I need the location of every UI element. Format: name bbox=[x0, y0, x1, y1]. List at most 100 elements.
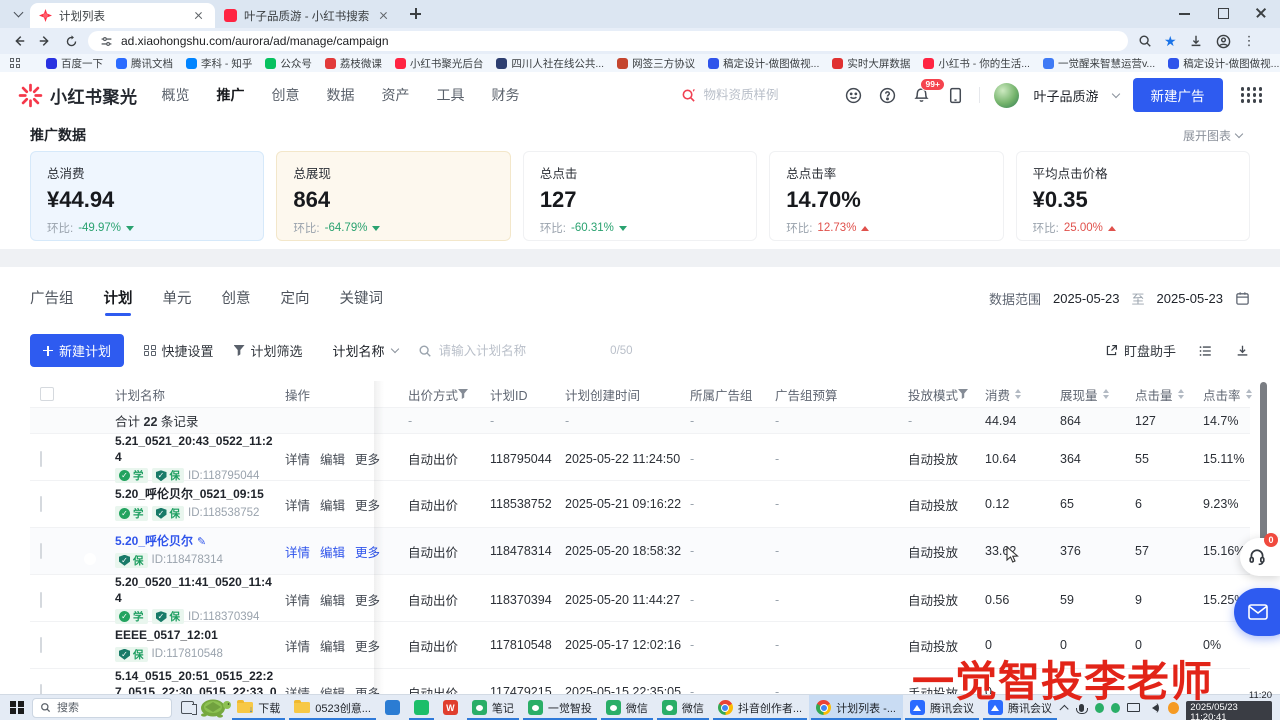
action-more[interactable]: 更多 bbox=[355, 590, 380, 609]
action-edit[interactable]: 编辑 bbox=[320, 542, 345, 561]
bookmark-item[interactable]: 稿定设计-做图做视... bbox=[708, 56, 819, 71]
zoom-icon[interactable] bbox=[1136, 32, 1154, 50]
nav-item[interactable]: 资产 bbox=[382, 85, 410, 105]
plan-name[interactable]: 5.14_0515_20:51_0515_22:27_0515_22:30_05… bbox=[115, 669, 277, 694]
row-checkbox[interactable] bbox=[40, 543, 42, 559]
entity-tab[interactable]: 单元 bbox=[163, 287, 192, 316]
header-search-input[interactable] bbox=[703, 88, 823, 102]
calendar-icon[interactable] bbox=[1235, 291, 1250, 306]
sort-icon[interactable] bbox=[1246, 389, 1252, 399]
bookmark-item[interactable]: 小红书聚光后台 bbox=[395, 56, 484, 71]
plan-search-input[interactable] bbox=[439, 344, 604, 358]
action-more[interactable]: 更多 bbox=[355, 542, 380, 561]
action-more[interactable]: 更多 bbox=[355, 636, 380, 655]
sort-icon[interactable] bbox=[1103, 389, 1109, 399]
tab-search-button[interactable] bbox=[6, 3, 30, 25]
nav-item[interactable]: 创意 bbox=[272, 85, 300, 105]
close-button[interactable] bbox=[1242, 0, 1280, 26]
select-all-checkbox[interactable] bbox=[40, 387, 54, 401]
action-detail[interactable]: 详情 bbox=[285, 542, 310, 561]
profile-icon[interactable] bbox=[1215, 32, 1233, 50]
vertical-scrollbar[interactable] bbox=[1260, 382, 1267, 552]
mobile-device-icon[interactable] bbox=[945, 85, 965, 105]
notification-bell-icon[interactable]: 99+ bbox=[911, 85, 931, 105]
action-detail[interactable]: 详情 bbox=[285, 449, 310, 468]
url-field[interactable]: ad.xiaohongshu.com/aurora/ad/manage/camp… bbox=[88, 31, 1128, 51]
taskbar-item[interactable]: 计划列表 -... bbox=[809, 695, 903, 720]
emoji-icon[interactable] bbox=[843, 85, 863, 105]
entity-tab[interactable]: 关键词 bbox=[340, 287, 384, 316]
action-more[interactable]: 更多 bbox=[355, 495, 380, 514]
action-detail[interactable]: 详情 bbox=[285, 495, 310, 514]
row-checkbox[interactable] bbox=[40, 451, 42, 467]
filter-icon[interactable] bbox=[458, 389, 468, 399]
action-more[interactable]: 更多 bbox=[355, 683, 380, 694]
refresh-icon[interactable] bbox=[62, 32, 80, 50]
browser-tab[interactable]: 叶子品质游 - 小红书搜索 bbox=[215, 3, 400, 28]
expand-chart-link[interactable]: 展开图表 bbox=[1183, 127, 1242, 144]
nav-item[interactable]: 推广 bbox=[217, 85, 245, 105]
bookmark-item[interactable]: 荔枝微课 bbox=[325, 56, 382, 71]
bookmark-item[interactable]: 四川人社在线公共... bbox=[496, 56, 604, 71]
plan-name[interactable]: 5.20_呼伦贝尔✎ bbox=[115, 534, 277, 550]
taskbar-item[interactable] bbox=[407, 695, 436, 720]
plan-name[interactable]: EEEE_0517_12:01 bbox=[115, 628, 277, 644]
action-edit[interactable]: 编辑 bbox=[320, 683, 345, 694]
row-checkbox[interactable] bbox=[40, 496, 42, 512]
avatar[interactable] bbox=[994, 83, 1019, 108]
taskbar-item[interactable]: 笔记 bbox=[465, 695, 521, 720]
app-logo[interactable]: 小红书聚光 bbox=[18, 83, 138, 108]
nav-item[interactable]: 概览 bbox=[162, 85, 190, 105]
apps-icon[interactable] bbox=[10, 58, 20, 68]
new-plan-button[interactable]: 新建计划 bbox=[30, 334, 124, 367]
bookmark-item[interactable]: 网签三方协议 bbox=[617, 56, 695, 71]
taskbar-item[interactable]: 0523创意... bbox=[287, 695, 378, 720]
plan-filter-button[interactable]: 计划筛选 bbox=[234, 341, 303, 360]
nav-item[interactable]: 财务 bbox=[492, 85, 520, 105]
plan-name[interactable]: 5.21_0521_20:43_0522_11:24 bbox=[115, 434, 277, 465]
chevron-down-icon[interactable] bbox=[1111, 89, 1119, 97]
taskbar-item[interactable]: 微信 bbox=[599, 695, 655, 720]
plan-search[interactable]: 0/50 bbox=[418, 344, 633, 358]
account-name[interactable]: 叶子品质游 bbox=[1033, 86, 1098, 105]
app-grid-icon[interactable] bbox=[1241, 87, 1263, 103]
bookmark-item[interactable]: 百度一下 bbox=[46, 56, 103, 71]
action-more[interactable]: 更多 bbox=[355, 449, 380, 468]
entity-tab[interactable]: 定向 bbox=[281, 287, 310, 316]
action-edit[interactable]: 编辑 bbox=[320, 590, 345, 609]
column-settings-icon[interactable] bbox=[1198, 344, 1213, 358]
table-header-cell[interactable]: 点击率 bbox=[1203, 385, 1255, 404]
bookmark-item[interactable]: 李科 - 知乎 bbox=[186, 56, 252, 71]
action-detail[interactable]: 详情 bbox=[285, 590, 310, 609]
date-from[interactable]: 2025-05-23 bbox=[1053, 291, 1120, 306]
quick-setup-button[interactable]: 快捷设置 bbox=[144, 341, 214, 360]
nav-item[interactable]: 工具 bbox=[437, 85, 465, 105]
new-tab-button[interactable] bbox=[404, 2, 428, 26]
plan-name[interactable]: 5.20_呼伦贝尔_0521_09:15 bbox=[115, 487, 277, 503]
date-range[interactable]: 数据范围 2025-05-23 至 2025-05-23 bbox=[989, 289, 1250, 314]
browser-tab[interactable]: 计划列表 bbox=[30, 3, 215, 28]
forward-icon[interactable] bbox=[36, 32, 54, 50]
sort-icon[interactable] bbox=[1015, 389, 1021, 399]
download-icon[interactable] bbox=[1187, 32, 1205, 50]
row-checkbox[interactable] bbox=[40, 684, 42, 694]
back-icon[interactable] bbox=[10, 32, 28, 50]
help-icon[interactable] bbox=[877, 85, 897, 105]
taskbar-item[interactable]: 微信 bbox=[655, 695, 711, 720]
maximize-button[interactable] bbox=[1204, 0, 1242, 26]
plan-name-selector[interactable]: 计划名称 bbox=[333, 341, 398, 360]
row-checkbox[interactable] bbox=[40, 637, 42, 653]
table-header-cell[interactable]: 点击量 bbox=[1135, 385, 1203, 404]
monitor-assistant-button[interactable]: 盯盘助手 bbox=[1105, 341, 1176, 360]
tab-close-icon[interactable] bbox=[377, 9, 391, 23]
taskbar-item[interactable]: 一觉智投 bbox=[521, 695, 599, 720]
menu-icon[interactable]: ⋮ bbox=[1243, 33, 1256, 49]
entity-tab[interactable]: 创意 bbox=[222, 287, 251, 316]
entity-tab[interactable]: 广告组 bbox=[30, 287, 74, 316]
taskbar-item[interactable]: 抖音创作者... bbox=[711, 695, 809, 720]
bookmark-item[interactable]: 稿定设计-做图做视... bbox=[1168, 56, 1279, 71]
edit-pencil-icon[interactable]: ✎ bbox=[197, 535, 206, 549]
taskbar-search-input[interactable] bbox=[57, 702, 147, 714]
taskbar-search[interactable] bbox=[32, 698, 172, 718]
export-download-icon[interactable] bbox=[1235, 344, 1250, 358]
